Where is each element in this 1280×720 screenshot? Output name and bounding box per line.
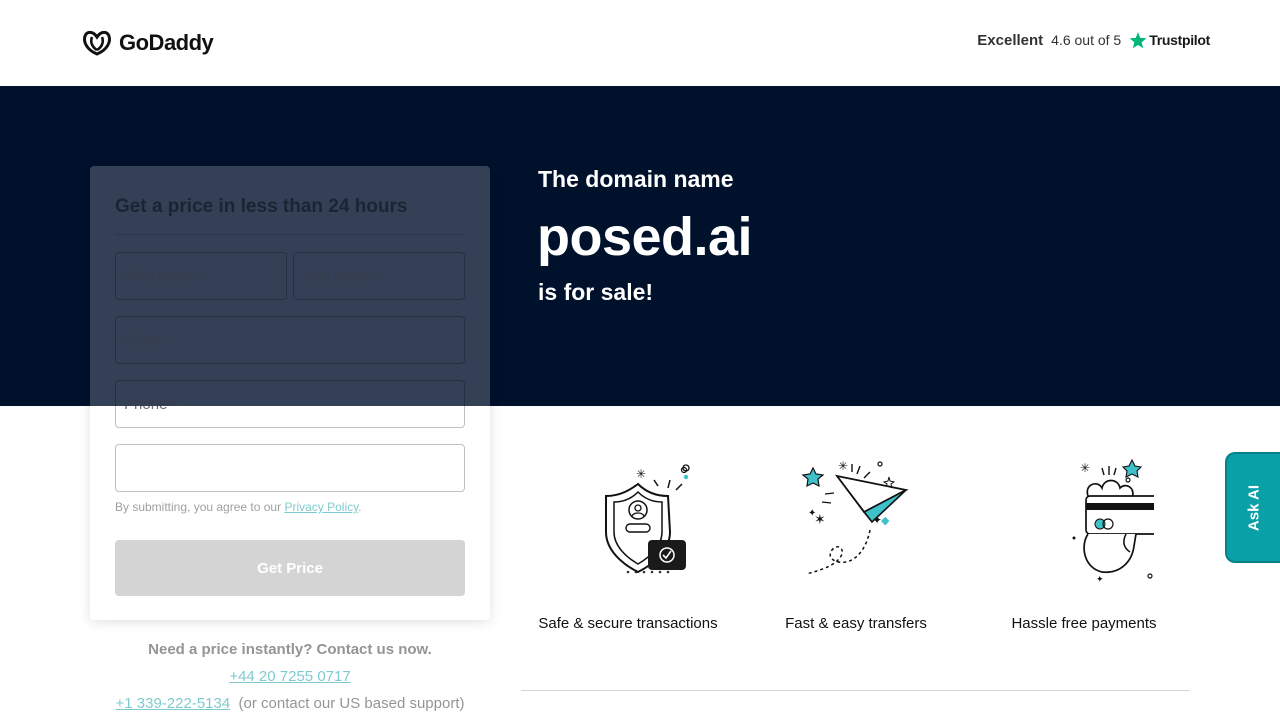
consent-text: By submitting, you agree to our Privacy …: [115, 500, 362, 514]
consent-suffix: .: [358, 500, 362, 514]
site-header: GoDaddy Excellent 4.6 out of 5 Trustpilo…: [0, 0, 1280, 86]
consent-prefix: By submitting, you agree to our: [115, 500, 285, 514]
contact-uk: +44 20 7255 0717: [90, 668, 490, 685]
privacy-policy-link[interactable]: Privacy Policy: [284, 500, 358, 514]
trustpilot-brand: Trustpilot: [1129, 31, 1210, 49]
svg-text:◆: ◆: [881, 515, 890, 527]
us-phone-link[interactable]: +1 339-222-5134: [116, 695, 231, 712]
feature-transfers: ✳ ✦ ◆ ✦ ✶ Fast & easy transfers: [746, 450, 966, 632]
ask-ai-button[interactable]: Ask AI: [1225, 452, 1280, 563]
trust-score: 4.6 out of 5: [1051, 32, 1122, 48]
trust-rating-text: Excellent: [977, 31, 1044, 49]
price-request-form: Get a price in less than 24 hours First …: [90, 166, 490, 620]
first-name-placeholder: First Name *: [124, 267, 208, 285]
feature-label-transfers: Fast & easy transfers: [785, 615, 927, 632]
get-price-button[interactable]: Get Price: [115, 540, 465, 596]
section-divider: [521, 690, 1190, 691]
svg-text:✳: ✳: [1080, 461, 1090, 475]
godaddy-logo[interactable]: GoDaddy: [81, 29, 214, 57]
extra-field[interactable]: [115, 444, 465, 492]
form-divider: [115, 234, 465, 235]
feature-label-payments: Hassle free payments: [1011, 615, 1157, 632]
trustpilot-rating[interactable]: Excellent 4.6 out of 5 Trustpilot: [977, 31, 1210, 49]
first-name-field[interactable]: First Name *: [115, 252, 287, 300]
phone-placeholder: Phone *: [124, 395, 178, 413]
hero-pre-text: The domain name: [538, 166, 734, 192]
domain-name: posed.ai: [537, 207, 753, 267]
svg-text:✶: ✶: [814, 511, 826, 527]
phone-field[interactable]: Phone *: [115, 380, 465, 428]
credit-card-icon: ✳ ✳ ✦: [1072, 458, 1154, 584]
feature-payments: ✳ ✳ ✦ Hassle free payments: [974, 450, 1194, 632]
last-name-field[interactable]: Last Name *: [293, 252, 465, 300]
svg-text:✦: ✦: [1096, 574, 1104, 584]
email-placeholder: Email *: [124, 331, 172, 349]
star-icon: [1129, 32, 1147, 49]
last-name-placeholder: Last Name *: [302, 267, 385, 285]
svg-text:✳: ✳: [838, 459, 848, 473]
paper-plane-icon: ✳ ✦ ◆ ✦ ✶: [801, 459, 909, 575]
contact-us: +1 339-222-5134 (or contact our US based…: [90, 695, 490, 712]
email-field[interactable]: Email *: [115, 316, 465, 364]
logo-text: GoDaddy: [119, 30, 214, 55]
svg-text:✳: ✳: [636, 467, 646, 481]
trustpilot-label: Trustpilot: [1149, 32, 1210, 48]
uk-phone-link[interactable]: +44 20 7255 0717: [229, 668, 350, 685]
hero-post-text: is for sale!: [538, 279, 654, 305]
form-title: Get a price in less than 24 hours: [115, 196, 408, 217]
us-support-note: (or contact our US based support): [238, 695, 465, 712]
feature-label-secure: Safe & secure transactions: [538, 615, 718, 632]
ask-ai-label: Ask AI: [1245, 484, 1262, 531]
shield-icon: ✳: [605, 464, 690, 574]
godaddy-logo-icon: [83, 30, 111, 56]
feature-secure: ✳ Safe & secure transactions: [518, 450, 738, 632]
contact-question: Need a price instantly? Contact us now.: [148, 641, 432, 658]
